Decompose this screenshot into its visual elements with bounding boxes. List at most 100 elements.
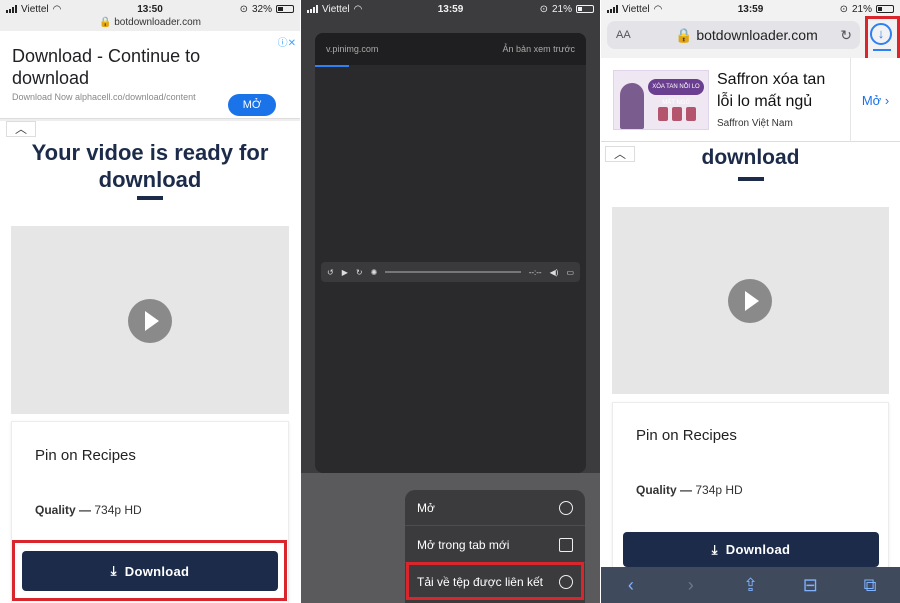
url-host: botdownloader.com bbox=[696, 26, 818, 43]
collapse-ad-button[interactable]: ︿ bbox=[6, 121, 36, 137]
menu-item-label: Mở bbox=[417, 500, 435, 515]
play-icon[interactable] bbox=[728, 279, 772, 323]
video-controls: ↺ ▶ ↻ ✺ --:-- ◀) ▭ bbox=[321, 262, 580, 282]
page-title: download bbox=[701, 146, 800, 169]
video-title: Pin on Recipes bbox=[35, 447, 136, 464]
screen-2: Viettel ◠ 13:59 ⊙ 21% v.pinimg.com Ản bả… bbox=[301, 0, 600, 603]
title-underline bbox=[137, 196, 163, 200]
carrier: Viettel bbox=[322, 3, 350, 15]
skip-forward-icon[interactable]: ↻ bbox=[356, 268, 363, 277]
menu-item-open-new-tab[interactable]: Mở trong tab mới bbox=[405, 527, 585, 563]
play-icon[interactable] bbox=[128, 299, 172, 343]
url-bar[interactable]: 🔒 botdownloader.com bbox=[0, 17, 300, 31]
new-tab-icon bbox=[559, 537, 573, 552]
airplay-icon[interactable]: ▭ bbox=[566, 268, 574, 277]
orientation-lock-icon: ⊙ bbox=[839, 3, 848, 15]
status-bar: Viettel ◠ 13:50 ⊙ 32% bbox=[0, 0, 300, 18]
reader-options-button[interactable]: AA bbox=[616, 29, 631, 41]
ad-banner[interactable]: Download - Continue to download Download… bbox=[0, 31, 300, 119]
quality-label: Quality — bbox=[35, 503, 92, 517]
wifi-icon: ◠ bbox=[653, 3, 663, 15]
ad-title: Download - Continue to download bbox=[12, 46, 201, 88]
safari-toolbar: ‹ › ⇪ ⊟ ⧉ bbox=[601, 567, 900, 603]
reload-icon[interactable]: ↻ bbox=[840, 27, 852, 44]
download-button[interactable]: ⤓ Download bbox=[623, 532, 879, 567]
collapse-ad-button[interactable]: ︿ bbox=[605, 146, 635, 162]
page-title: Your vidoe is ready for download bbox=[31, 140, 269, 192]
ad-image-text: XÓA TAN NỖI LO MẤT NGỦ bbox=[648, 79, 704, 106]
quality-row: Quality — 734p HD bbox=[636, 483, 743, 497]
lock-icon: 🔒 bbox=[99, 17, 112, 28]
preview-host: v.pinimg.com bbox=[326, 44, 379, 54]
ad-banner[interactable]: XÓA TAN NỖI LO MẤT NGỦ Saffron xóa tan l… bbox=[601, 58, 900, 142]
play-icon[interactable]: ▶ bbox=[342, 268, 348, 277]
signal-icon bbox=[607, 5, 618, 13]
ad-product bbox=[686, 107, 696, 121]
menu-item-open[interactable]: Mở bbox=[405, 490, 585, 526]
ad-open-label: Mở bbox=[861, 92, 882, 108]
battery-percent: 21% bbox=[851, 3, 872, 15]
screen-3: Viettel ◠ 13:59 ⊙ 21% AA 🔒 botdownloader… bbox=[601, 0, 900, 603]
url-text: 🔒 botdownloader.com bbox=[675, 26, 818, 43]
address-bar[interactable]: AA 🔒 botdownloader.com ↻ bbox=[607, 21, 860, 49]
url-text: botdownloader.com bbox=[114, 17, 201, 28]
battery-percent: 21% bbox=[551, 3, 572, 15]
ad-close-icon[interactable]: ⓘ✕ bbox=[278, 34, 296, 49]
bookmarks-icon[interactable]: ⊟ bbox=[795, 575, 825, 596]
preview-mode-label: Ản bản xem trước bbox=[502, 44, 575, 54]
highlight-box bbox=[406, 562, 584, 600]
volume-icon[interactable]: ◀) bbox=[550, 268, 559, 277]
page-content: download ︿ Pin on Recipes Quality — 734p… bbox=[601, 142, 900, 572]
back-icon[interactable]: ‹ bbox=[616, 575, 646, 596]
link-preview[interactable]: v.pinimg.com Ản bản xem trước ↺ ▶ ↻ ✺ --… bbox=[315, 33, 586, 473]
ad-title: Saffron xóa tan lỗi lo mất ngủ bbox=[717, 71, 826, 110]
video-player[interactable] bbox=[11, 226, 289, 414]
ad-subtitle: Download Now alphacell.co/download/conte… bbox=[12, 92, 196, 102]
carrier: Viettel bbox=[21, 3, 49, 15]
quality-value: 734p HD bbox=[94, 503, 142, 517]
forward-icon[interactable]: › bbox=[676, 575, 706, 596]
status-bar: Viettel ◠ 13:59 ⊙ 21% bbox=[601, 0, 900, 18]
highlight-box bbox=[12, 540, 287, 601]
ad-product bbox=[658, 107, 668, 121]
time-readout: --:-- bbox=[528, 267, 542, 277]
ad-image: XÓA TAN NỖI LO MẤT NGỦ bbox=[613, 70, 709, 130]
quality-label: Quality — bbox=[636, 483, 693, 497]
quality-row: Quality — 734p HD bbox=[35, 503, 142, 517]
carrier: Viettel bbox=[622, 3, 650, 15]
video-title: Pin on Recipes bbox=[636, 427, 737, 444]
battery-icon bbox=[276, 5, 294, 13]
ad-open-button[interactable]: Mở › bbox=[850, 58, 900, 142]
title-underline bbox=[738, 177, 764, 181]
tabs-icon[interactable]: ⧉ bbox=[855, 575, 885, 596]
signal-icon bbox=[307, 5, 318, 13]
brightness-icon: ✺ bbox=[370, 267, 378, 277]
wifi-icon: ◠ bbox=[353, 3, 363, 15]
battery-icon bbox=[876, 5, 894, 13]
ad-open-button[interactable]: MỞ bbox=[228, 94, 276, 116]
load-progress bbox=[315, 65, 349, 67]
skip-back-icon[interactable]: ↺ bbox=[327, 268, 334, 277]
ad-person bbox=[620, 83, 644, 129]
menu-item-label: Mở trong tab mới bbox=[417, 537, 510, 552]
screen-1: Viettel ◠ 13:50 ⊙ 32% 🔒 botdownloader.co… bbox=[0, 0, 300, 603]
orientation-lock-icon: ⊙ bbox=[539, 3, 548, 15]
video-player[interactable] bbox=[612, 207, 889, 394]
compass-icon bbox=[559, 500, 573, 515]
quality-value: 734p HD bbox=[695, 483, 743, 497]
share-icon[interactable]: ⇪ bbox=[735, 575, 765, 596]
download-icon: ⤓ bbox=[711, 541, 718, 557]
preview-header: v.pinimg.com Ản bản xem trước bbox=[315, 33, 586, 65]
scrubber[interactable] bbox=[385, 271, 521, 273]
ad-product bbox=[672, 107, 682, 121]
signal-icon bbox=[6, 5, 17, 13]
download-label: Download bbox=[725, 542, 791, 557]
battery-icon bbox=[576, 5, 594, 13]
orientation-lock-icon: ⊙ bbox=[239, 3, 248, 15]
status-bar: Viettel ◠ 13:59 ⊙ 21% bbox=[301, 0, 600, 18]
battery-percent: 32% bbox=[251, 3, 272, 15]
ad-brand: Saffron Việt Nam bbox=[717, 118, 793, 129]
highlight-box bbox=[865, 16, 900, 62]
page-content: Your vidoe is ready for download Pin on … bbox=[0, 121, 300, 603]
wifi-icon: ◠ bbox=[52, 3, 62, 15]
